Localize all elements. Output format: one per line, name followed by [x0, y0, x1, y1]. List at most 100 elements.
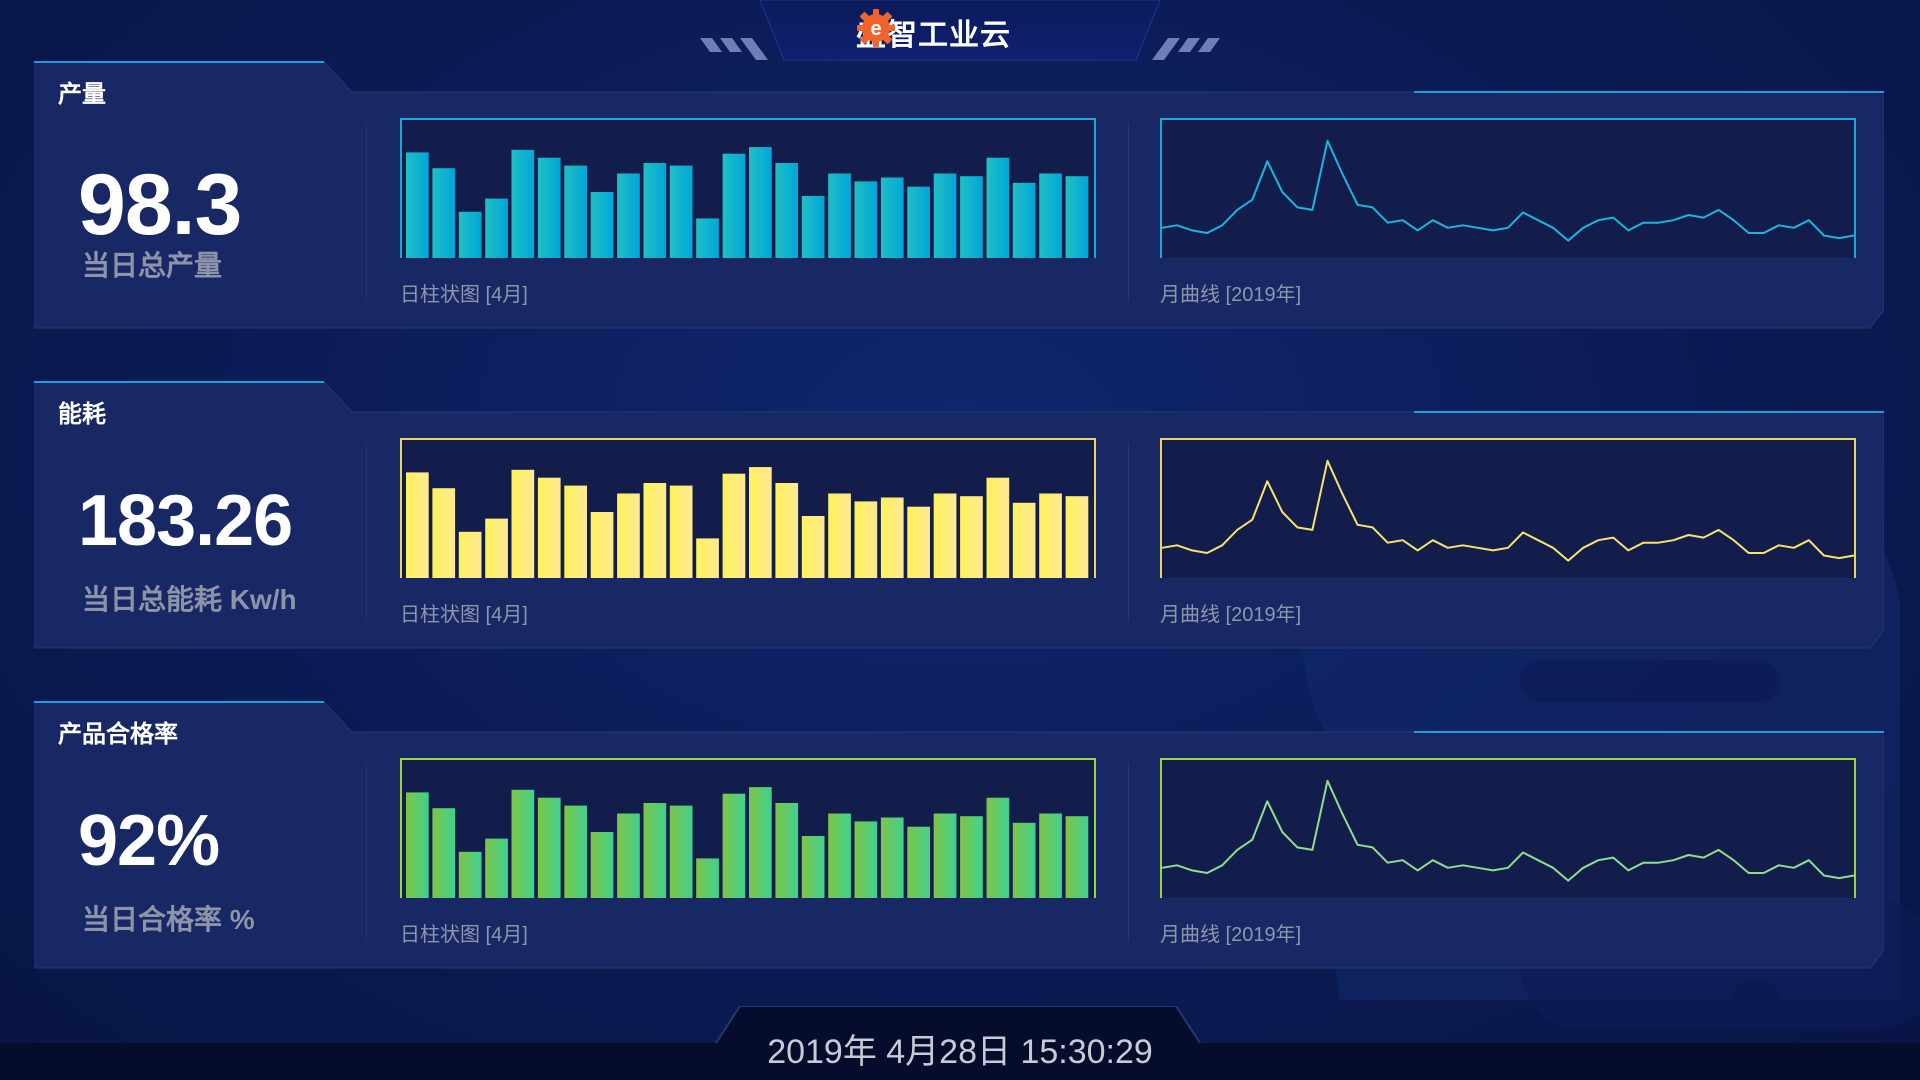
- monthly-line-chart: [1160, 758, 1856, 898]
- bar: [1039, 813, 1062, 898]
- bar: [643, 483, 667, 578]
- daily-output-value: 98.3: [78, 157, 242, 253]
- panel-energy: 能耗 183.26 当日总能耗 Kw/h 日柱状图 [4月] 月曲线 [2019…: [34, 378, 1884, 654]
- bar-chart-caption: 日柱状图 [4月]: [400, 284, 528, 306]
- bar-chart-caption: 日柱状图 [4月]: [400, 924, 528, 946]
- chart-frame: [1160, 438, 1856, 578]
- bar: [907, 826, 930, 898]
- bar: [485, 838, 508, 898]
- bar: [590, 192, 614, 258]
- bar: [537, 477, 561, 578]
- bar: [722, 793, 746, 898]
- bar: [617, 493, 640, 578]
- bar: [960, 496, 983, 578]
- bar: [1012, 502, 1036, 578]
- bar: [775, 163, 799, 258]
- app-logo: e 盛智工业云: [856, 8, 1011, 56]
- panel-title: 产量: [58, 81, 106, 108]
- bar: [643, 803, 667, 898]
- bar: [828, 813, 851, 898]
- bar: [485, 198, 508, 258]
- bar: [564, 805, 587, 898]
- bar: [590, 512, 614, 578]
- bar: [432, 488, 456, 578]
- divider: [366, 762, 367, 942]
- bar: [511, 149, 535, 258]
- svg-text:e: e: [870, 18, 881, 40]
- panel-title: 能耗: [58, 401, 106, 428]
- bar: [511, 469, 535, 578]
- daily-bar-chart: [400, 758, 1096, 898]
- bar: [749, 787, 772, 898]
- bar: [854, 821, 878, 898]
- footer: 2019年 4月28日 15:30:29: [0, 1006, 1920, 1080]
- bar: [485, 518, 508, 578]
- bar: [907, 186, 930, 258]
- bar: [722, 153, 746, 258]
- bar: [1065, 176, 1089, 258]
- bar: [1065, 496, 1089, 578]
- bar: [880, 497, 904, 578]
- gear-logo-icon: e: [857, 9, 895, 47]
- bar: [617, 173, 640, 258]
- bar: [960, 176, 983, 258]
- divider: [1128, 122, 1129, 302]
- bar: [432, 168, 456, 258]
- bar: [854, 501, 878, 578]
- bar: [986, 477, 1010, 578]
- bar: [986, 157, 1010, 258]
- monthly-line-chart: [1160, 438, 1856, 578]
- daily-output-label: 当日总产量: [82, 250, 223, 281]
- bar: [880, 817, 904, 898]
- bar: [775, 483, 799, 578]
- bar: [511, 789, 535, 898]
- bar: [564, 165, 587, 258]
- daily-energy-label: 当日总能耗 Kw/h: [82, 584, 297, 615]
- line-chart-caption: 月曲线 [2019年]: [1160, 284, 1302, 306]
- bar: [1039, 493, 1062, 578]
- bar: [669, 485, 693, 578]
- bar: [775, 803, 799, 898]
- bar: [643, 163, 667, 258]
- daily-bar-chart: [400, 438, 1096, 578]
- bar: [406, 152, 429, 258]
- daily-bar-chart: [400, 118, 1096, 258]
- divider: [366, 122, 367, 302]
- bar: [801, 836, 825, 898]
- bar: [828, 173, 851, 258]
- bar: [1065, 816, 1089, 898]
- panel-title: 产品合格率: [58, 721, 178, 748]
- bar: [432, 808, 456, 898]
- monthly-line-chart: [1160, 118, 1856, 258]
- bar: [696, 858, 719, 898]
- bar: [537, 797, 561, 898]
- bar: [801, 196, 825, 258]
- bar: [749, 147, 772, 258]
- chart-frame: [1160, 118, 1856, 258]
- current-datetime: 2019年 4月28日 15:30:29: [767, 1033, 1153, 1071]
- bar: [880, 177, 904, 258]
- bar: [749, 467, 772, 578]
- divider: [366, 442, 367, 622]
- daily-pass-rate-value: 92%: [78, 801, 220, 881]
- bar: [406, 792, 429, 898]
- line-chart-caption: 月曲线 [2019年]: [1160, 924, 1302, 946]
- bar: [458, 531, 482, 578]
- bar: [933, 813, 957, 898]
- bar: [669, 165, 693, 258]
- bar: [933, 493, 957, 578]
- bar: [590, 832, 614, 898]
- bar: [960, 816, 983, 898]
- bar: [406, 472, 429, 578]
- bar: [1012, 182, 1036, 258]
- bar: [1012, 822, 1036, 898]
- daily-pass-rate-label: 当日合格率 %: [82, 904, 255, 935]
- chart-frame: [1160, 758, 1856, 898]
- daily-energy-value: 183.26: [78, 481, 293, 561]
- line-chart-caption: 月曲线 [2019年]: [1160, 604, 1302, 626]
- bar: [854, 181, 878, 258]
- bar: [617, 813, 640, 898]
- bar: [696, 218, 719, 258]
- header: e 盛智工业云: [0, 0, 1920, 64]
- divider: [1128, 762, 1129, 942]
